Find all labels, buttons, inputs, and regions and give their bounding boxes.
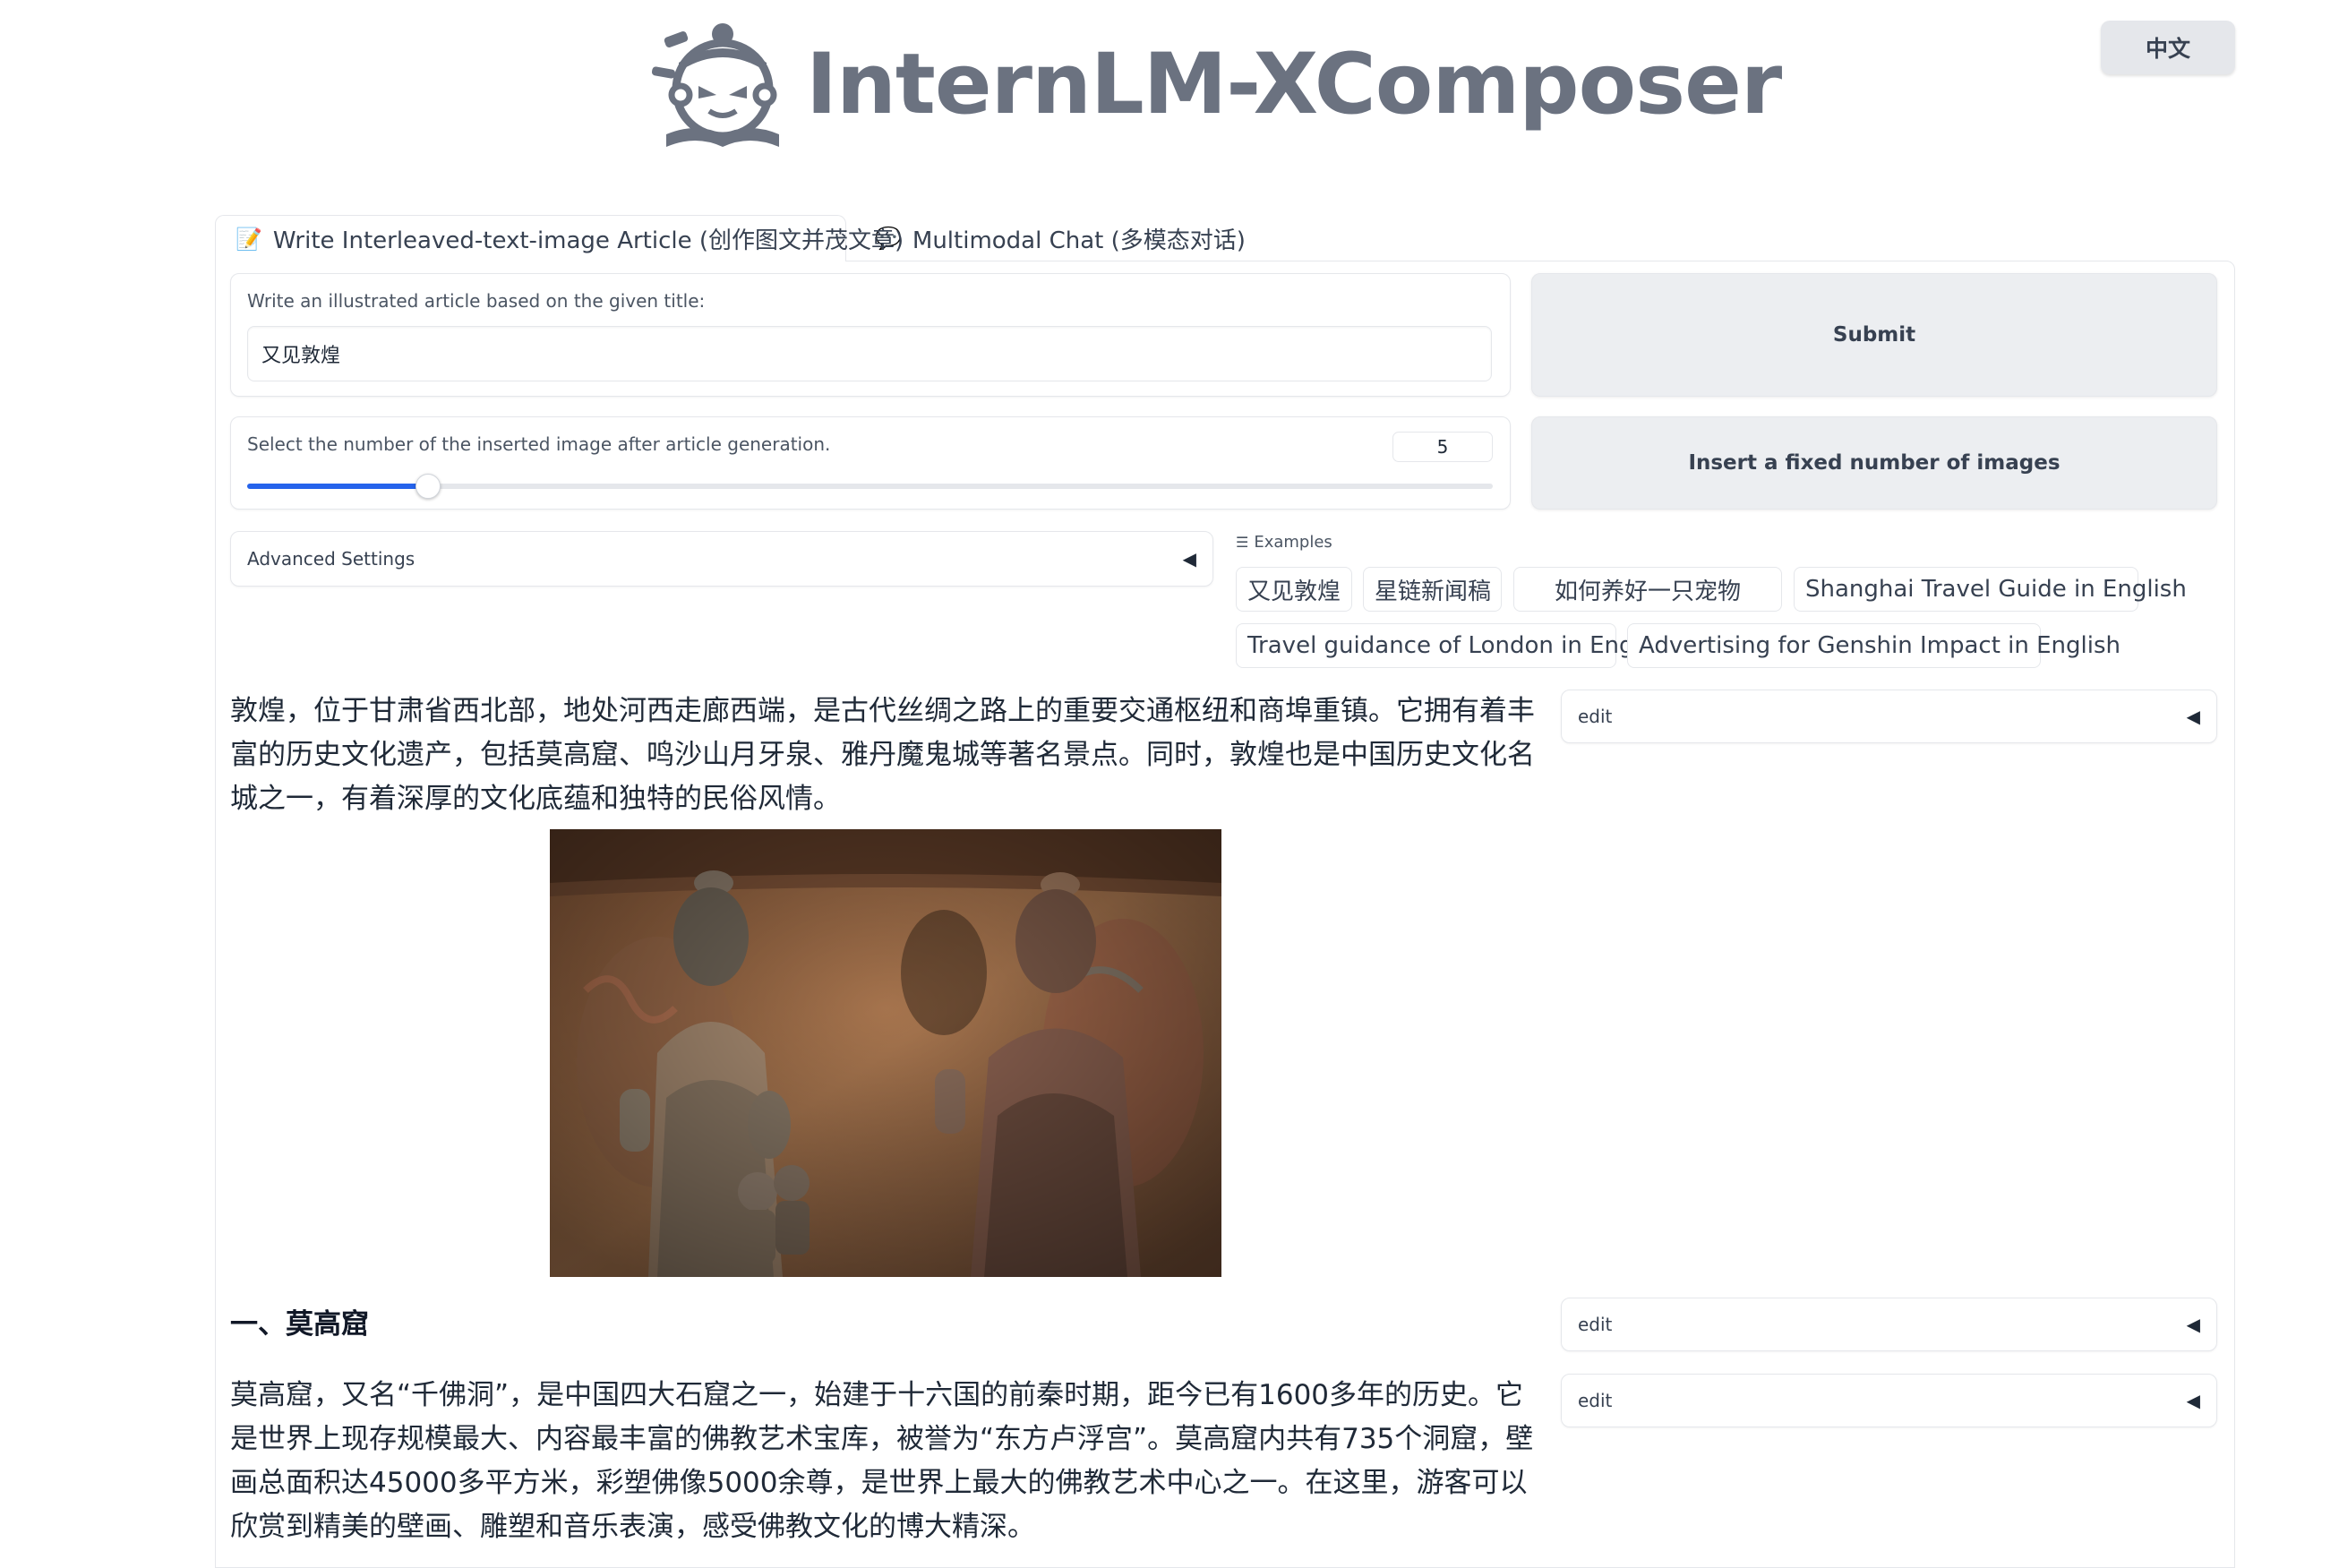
edit-label: edit	[1578, 706, 1613, 727]
language-toggle-button[interactable]: 中文	[2101, 21, 2235, 74]
example-chip[interactable]: 星链新闻稿	[1363, 567, 1502, 612]
list-icon: ☰	[1236, 534, 1249, 551]
slider-label: Select the number of the inserted image …	[247, 433, 831, 455]
app-title: InternLM-XComposer	[806, 36, 1782, 133]
submit-button[interactable]: Submit	[1531, 273, 2217, 397]
example-chip[interactable]: Travel guidance of London in English	[1236, 623, 1674, 668]
edit-accordion[interactable]: edit ◀	[1561, 1374, 2217, 1427]
example-chip[interactable]: 又见敦煌	[1236, 567, 1352, 612]
slider-fill	[247, 484, 428, 489]
tab-multimodal-chat-label: Multimodal Chat (多模态对话)	[912, 227, 1246, 254]
edit-label: edit	[1578, 1314, 1613, 1335]
edit-accordion[interactable]: edit ◀	[1561, 1298, 2217, 1351]
image-count-number-input[interactable]: 5	[1392, 432, 1493, 462]
title-input-block: Write an illustrated article based on th…	[230, 273, 1511, 397]
edit-accordion[interactable]: edit ◀	[1561, 690, 2217, 743]
edit-label: edit	[1578, 1390, 1613, 1411]
examples-header: ☰ Examples	[1236, 533, 1332, 552]
insert-images-button[interactable]: Insert a fixed number of images	[1531, 416, 2217, 510]
title-input[interactable]: 又见敦煌	[247, 326, 1492, 381]
slider-thumb[interactable]	[416, 474, 441, 499]
tab-write-article-label: Write Interleaved-text-image Article (创作…	[272, 227, 904, 254]
advanced-settings-accordion[interactable]: Advanced Settings ◀	[230, 531, 1213, 587]
examples-row-1: 又见敦煌 星链新闻稿 如何养好一只宠物 Shanghai Travel Guid…	[1236, 567, 2221, 613]
example-chip[interactable]: Shanghai Travel Guide in English	[1794, 567, 2187, 612]
advanced-settings-label: Advanced Settings	[247, 548, 416, 570]
image-count-slider-block: Select the number of the inserted image …	[230, 416, 1511, 510]
example-chip[interactable]: 如何养好一只宠物	[1513, 567, 1782, 612]
title-input-label: Write an illustrated article based on th…	[247, 290, 706, 312]
tab-multimodal-chat[interactable]: 💬 Multimodal Chat (多模态对话)	[855, 215, 1258, 261]
internlm-logo-icon	[647, 16, 781, 150]
collapse-caret-icon: ◀	[2186, 1314, 2200, 1335]
collapse-caret-icon: ◀	[1182, 548, 1196, 570]
example-chip[interactable]: Advertising for Genshin Impact in Englis…	[1627, 623, 2121, 668]
examples-label: Examples	[1254, 533, 1332, 552]
dunhuang-buddha-statues-image	[550, 829, 1221, 1277]
article-paragraph: 敦煌，位于甘肃省西北部，地处河西走廊西端，是古代丝绸之路上的重要交通枢纽和商埠重…	[230, 695, 1535, 815]
examples-row-2: Travel guidance of London in English Adv…	[1236, 623, 2221, 670]
article-section-heading: 一、莫高窟	[230, 1308, 369, 1341]
article-paragraph: 莫高窟，又名“千佛洞”，是中国四大石窟之一，始建于十六国的前秦时期，距今已有16…	[230, 1379, 1534, 1543]
pencil-icon: 📝	[236, 226, 262, 252]
collapse-caret-icon: ◀	[2186, 706, 2200, 727]
tab-write-article[interactable]: 📝 Write Interleaved-text-image Article (…	[215, 215, 904, 261]
collapse-caret-icon: ◀	[2186, 1390, 2200, 1411]
